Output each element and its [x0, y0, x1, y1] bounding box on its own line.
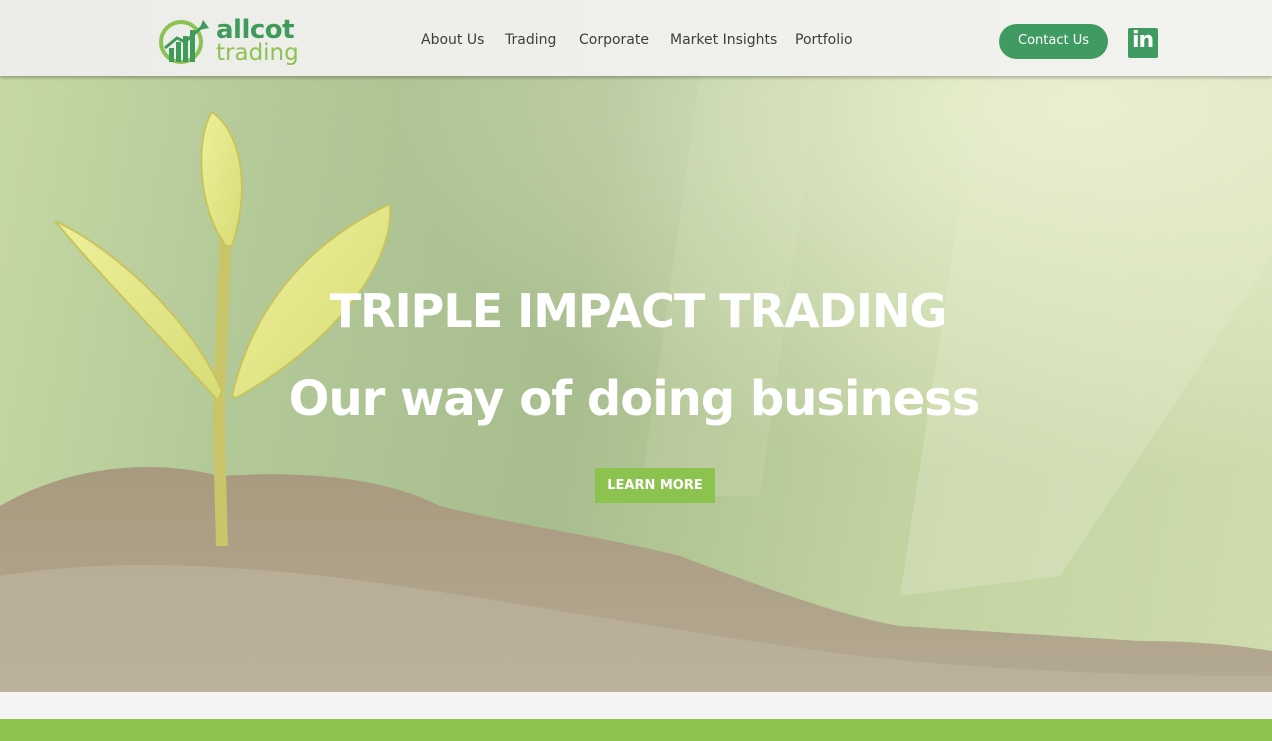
logo-chart-icon [159, 20, 209, 64]
nav-item-about-us[interactable]: About Us [421, 32, 484, 48]
logo-word-trading: trading [216, 40, 299, 66]
nav-item-corporate[interactable]: Corporate [579, 32, 649, 48]
hero-subtitle: Our way of doing business [288, 371, 981, 427]
site-header: allcot trading About Us Trading Corporat… [0, 0, 1272, 76]
learn-more-button[interactable]: LEARN MORE [595, 468, 715, 503]
hero-banner: TRIPLE IMPACT TRADING Our way of doing b… [0, 76, 1272, 692]
nav-item-market-insights[interactable]: Market Insights [670, 32, 777, 48]
linkedin-icon[interactable]: in [1128, 28, 1158, 58]
hero-title: TRIPLE IMPACT TRADING [329, 284, 947, 338]
linkedin-icon-text: in [1132, 28, 1154, 53]
contact-us-button[interactable]: Contact Us [999, 24, 1108, 59]
logo[interactable]: allcot trading [157, 16, 307, 70]
nav-item-portfolio[interactable]: Portfolio [795, 32, 853, 48]
nav-item-trading[interactable]: Trading [505, 32, 556, 48]
footer-accent-bar [0, 719, 1272, 741]
